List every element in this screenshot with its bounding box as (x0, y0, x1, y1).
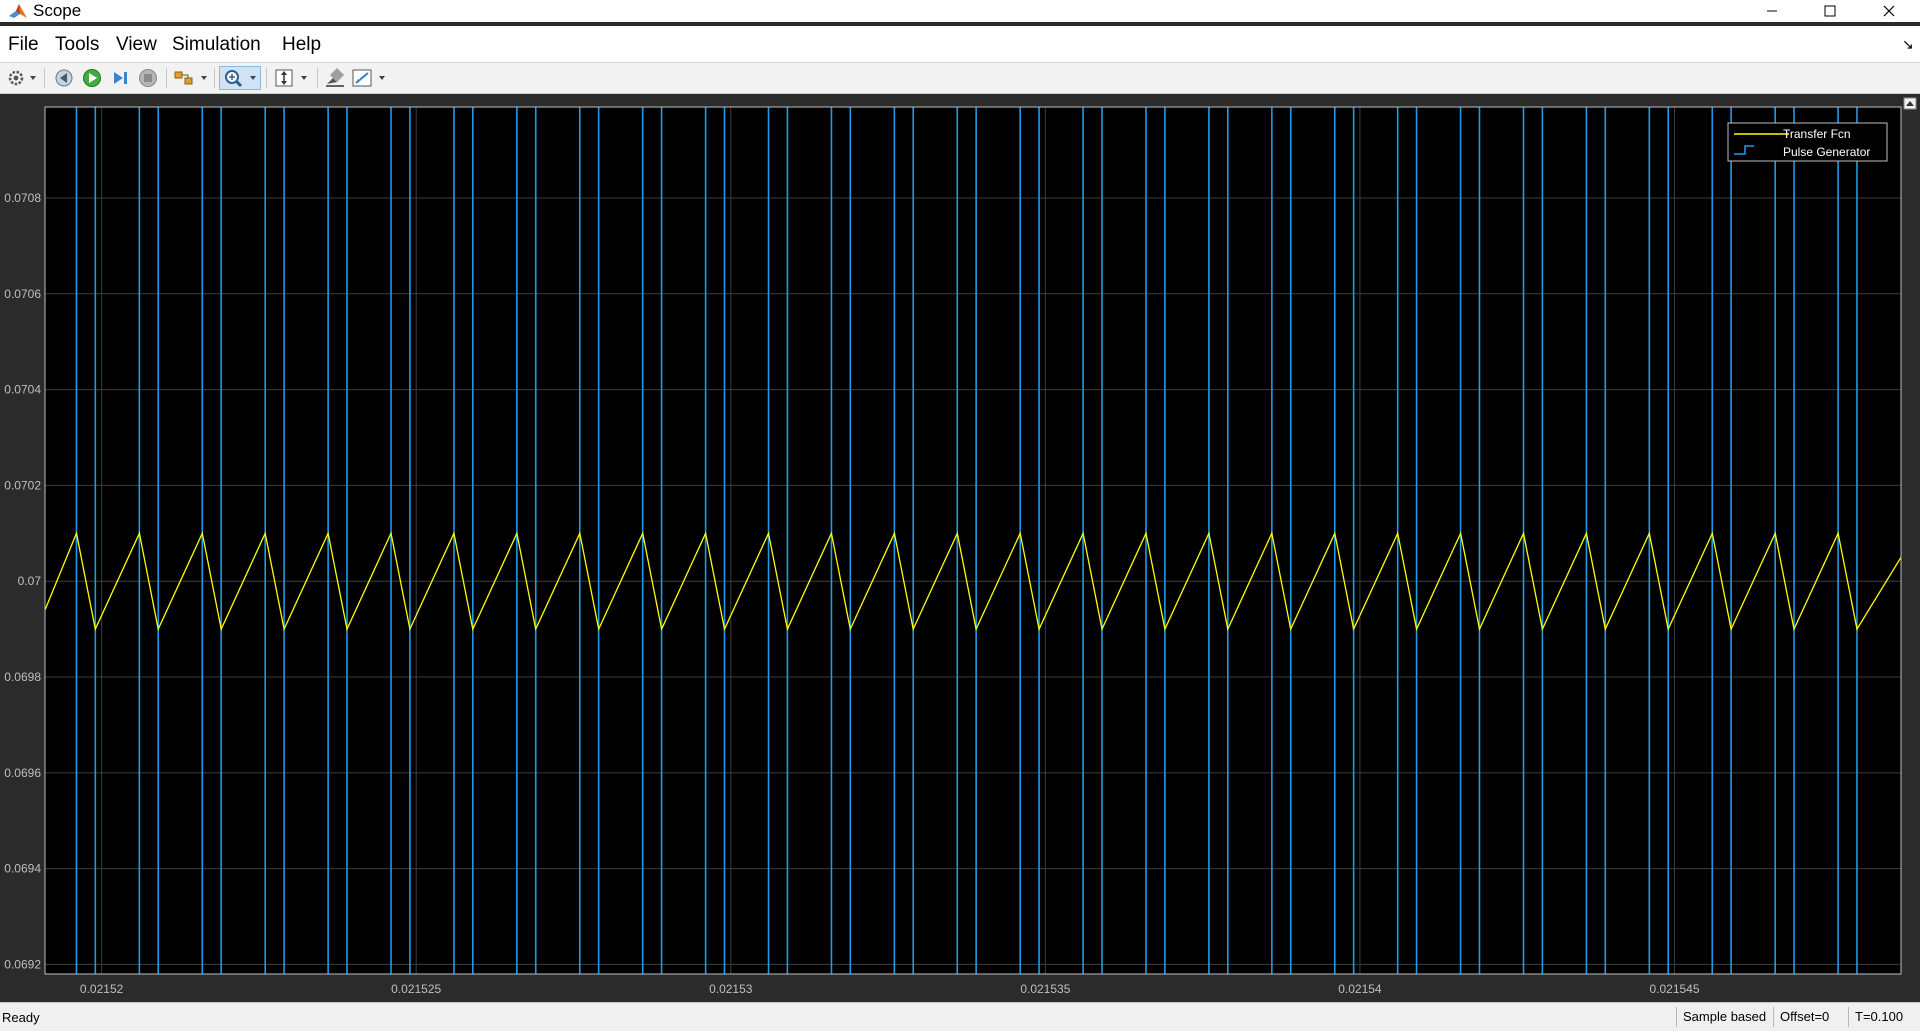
scope-display[interactable]: 0.0692 0.0694 0.0696 0.0698 0.07 0.0702 0.0704… (0, 94, 1920, 1000)
minimize-icon[interactable] (1743, 0, 1801, 22)
toolbar-separator (166, 68, 167, 88)
window-title: Scope (33, 1, 82, 20)
zoom-icon[interactable] (219, 66, 261, 90)
y-tick-label: 0.0704 (4, 383, 41, 397)
y-tick-label: 0.0702 (4, 478, 41, 492)
toolbar-separator (266, 68, 267, 88)
y-tick-label: 0.0698 (4, 670, 41, 684)
title-bar: Scope (0, 0, 1920, 22)
scope-plot[interactable]: 0.0692 0.0694 0.0696 0.0698 0.07 0.0702 0.0704… (0, 94, 1920, 1000)
menu-bar: File Tools View Simulation Help ↘ (0, 26, 1920, 63)
matlab-logo-icon (8, 2, 28, 20)
close-icon[interactable] (1860, 0, 1918, 22)
step-forward-icon[interactable] (108, 66, 132, 90)
legend-label-pulse: Pulse Generator (1783, 145, 1870, 159)
x-tick-label: 0.021535 (1020, 982, 1070, 996)
menu-file[interactable]: File (8, 34, 39, 56)
highlight-block-icon[interactable] (172, 66, 210, 90)
x-tick-label: 0.02154 (1338, 982, 1382, 996)
toolbar (0, 63, 1920, 94)
status-ready: Ready (2, 1010, 40, 1025)
plot-background (45, 107, 1901, 974)
stop-icon[interactable] (136, 66, 160, 90)
menu-simulation[interactable]: Simulation (172, 34, 261, 56)
status-bar: Ready Sample based Offset=0 T=0.100 (0, 1002, 1920, 1031)
y-tick-label: 0.0692 (4, 957, 41, 971)
x-tick-label: 0.021525 (391, 982, 441, 996)
y-tick-label: 0.0694 (4, 862, 41, 876)
status-time: T=0.100 (1848, 1007, 1903, 1027)
settings-icon[interactable] (4, 66, 38, 90)
cursor-measure-icon[interactable] (322, 66, 348, 90)
maximize-icon[interactable] (1801, 0, 1859, 22)
toolbar-separator (317, 68, 318, 88)
y-tick-label: 0.0696 (4, 766, 41, 780)
x-tick-label: 0.02153 (709, 982, 753, 996)
style-icon[interactable] (350, 66, 390, 90)
dock-arrow-icon[interactable]: ↘ (1902, 36, 1914, 53)
toolbar-separator (44, 68, 45, 88)
status-offset: Offset=0 (1773, 1007, 1829, 1027)
status-sample-mode: Sample based (1676, 1007, 1766, 1027)
menu-view[interactable]: View (116, 34, 157, 56)
scale-axes-icon[interactable] (272, 66, 312, 90)
y-tick-label: 0.0706 (4, 287, 41, 301)
y-tick-label: 0.0708 (4, 191, 41, 205)
menu-tools[interactable]: Tools (55, 34, 99, 56)
x-tick-label: 0.02152 (80, 982, 124, 996)
toolbar-separator (214, 68, 215, 88)
step-back-icon[interactable] (52, 66, 76, 90)
x-tick-label: 0.021545 (1649, 982, 1699, 996)
legend-label-transfer: Transfer Fcn (1783, 127, 1851, 141)
y-tick-label: 0.07 (18, 574, 42, 588)
menu-help[interactable]: Help (282, 34, 321, 56)
run-icon[interactable] (80, 66, 104, 90)
